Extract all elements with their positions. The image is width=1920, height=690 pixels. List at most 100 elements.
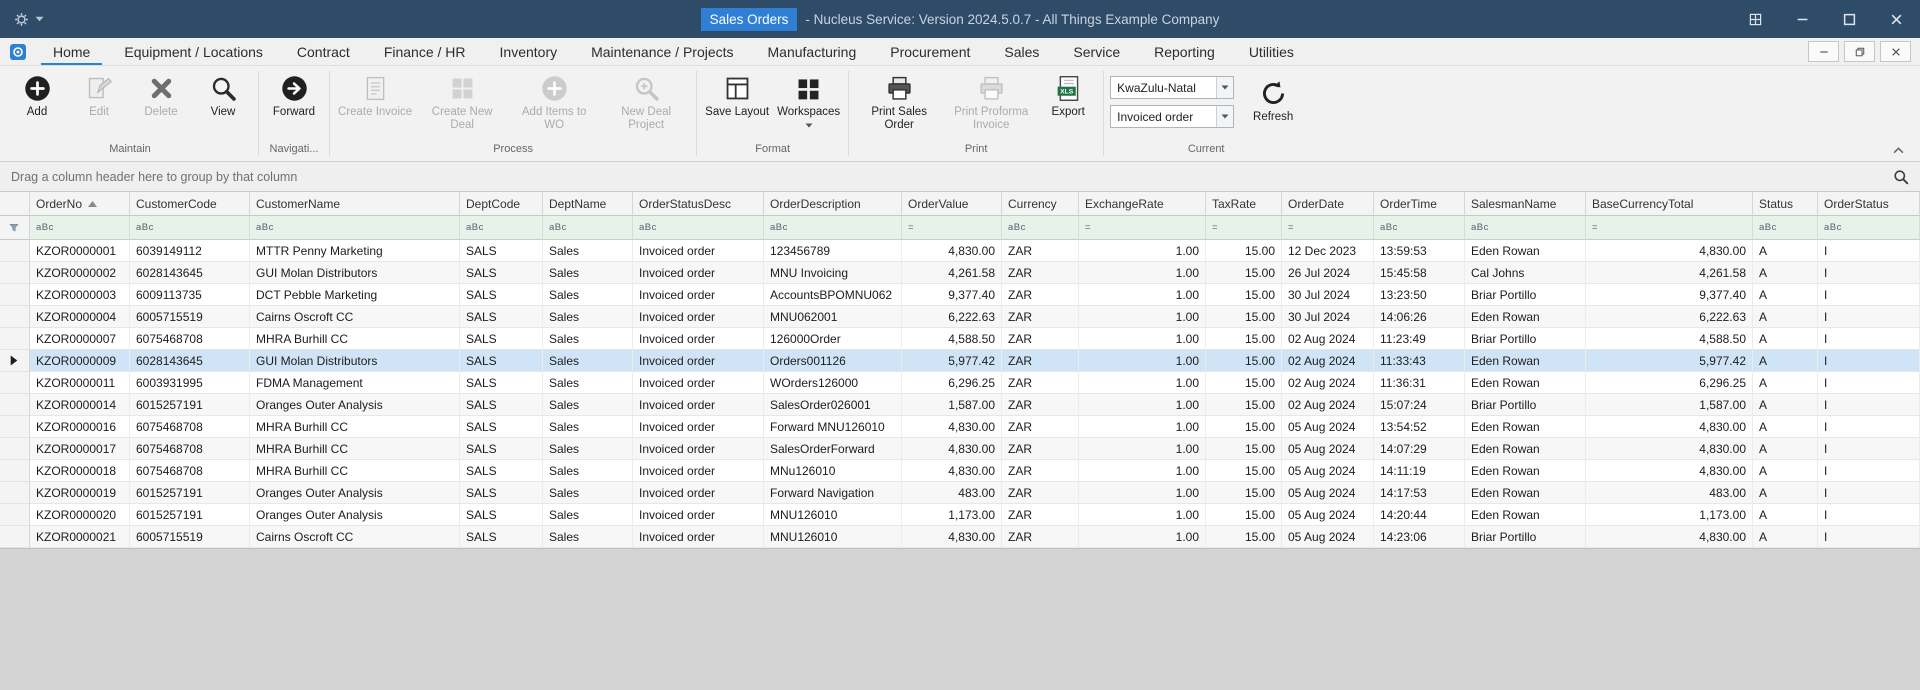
grid-row[interactable]: KZOR0000002 6028143645 GUI Molan Distribut… — [0, 262, 1920, 284]
collapse-ribbon-button[interactable] — [1886, 143, 1910, 158]
workspaces-icon — [794, 74, 823, 103]
column-header-orderstatus[interactable]: OrderStatus — [1818, 192, 1920, 216]
maximize-button[interactable] — [1826, 0, 1873, 38]
column-header-salesmanname[interactable]: SalesmanName — [1465, 192, 1586, 216]
application-icon[interactable] — [0, 38, 36, 65]
column-header-ordertime[interactable]: OrderTime — [1374, 192, 1465, 216]
filter-cell-deptcode[interactable]: aBc — [460, 216, 543, 240]
filter-cell-status[interactable]: aBc — [1753, 216, 1818, 240]
column-header-exchangerate[interactable]: ExchangeRate — [1079, 192, 1206, 216]
cell-orderstatusdesc: Invoiced order — [633, 350, 764, 372]
filter-cell-ordervalue[interactable]: = — [902, 216, 1002, 240]
tab-home[interactable]: Home — [36, 38, 107, 65]
ribbon-button-add[interactable]: Add — [6, 69, 68, 143]
chevron-down-icon[interactable] — [1216, 77, 1234, 98]
grid-row[interactable]: KZOR0000004 6005715519 Cairns Oscroft CC SA… — [0, 306, 1920, 328]
quick-access-toolbar[interactable] — [0, 11, 44, 28]
filter-cell-orderno[interactable]: aBc — [30, 216, 130, 240]
filter-indicator-cell[interactable] — [0, 216, 30, 240]
filter-cell-currency[interactable]: aBc — [1002, 216, 1079, 240]
tab-finance-hr[interactable]: Finance / HR — [367, 38, 483, 65]
grid-row[interactable]: KZOR0000007 6075468708 MHRA Burhill CC SALS… — [0, 328, 1920, 350]
grid-row[interactable]: KZOR0000003 6009113735 DCT Pebble Marketin… — [0, 284, 1920, 306]
document-close-button[interactable] — [1880, 41, 1911, 62]
grid-row[interactable]: KZOR0000001 6039149112 MTTR Penny Marketin… — [0, 240, 1920, 262]
tab-service[interactable]: Service — [1056, 38, 1137, 65]
filter-cell-orderdescription[interactable]: aBc — [764, 216, 902, 240]
close-button[interactable] — [1873, 0, 1920, 38]
grid-row[interactable]: KZOR0000020 6015257191 Oranges Outer Analy… — [0, 504, 1920, 526]
order-type-dropdown-value: Invoiced order — [1117, 109, 1194, 124]
cell-orderdescription: SalesOrderForward — [764, 438, 902, 460]
grid-row[interactable]: KZOR0000011 6003931995 FDMA Management SALS… — [0, 372, 1920, 394]
grid-row[interactable]: KZOR0000014 6015257191 Oranges Outer Analy… — [0, 394, 1920, 416]
titlebar-window-buttons — [1732, 0, 1920, 38]
cell-exchangerate: 1.00 — [1079, 306, 1206, 328]
chevron-down-icon[interactable] — [1216, 106, 1234, 127]
filter-cell-taxrate[interactable]: = — [1206, 216, 1282, 240]
cell-exchangerate: 1.00 — [1079, 482, 1206, 504]
grid-row[interactable]: KZOR0000018 6075468708 MHRA Burhill CC SALS… — [0, 460, 1920, 482]
tab-utilities[interactable]: Utilities — [1232, 38, 1311, 65]
column-header-status[interactable]: Status — [1753, 192, 1818, 216]
filter-cell-orderstatus[interactable]: aBc — [1818, 216, 1920, 240]
ribbon-tab-strip: Home Equipment / Locations Contract Finance… — [36, 38, 1311, 65]
grid-row[interactable]: KZOR0000021 6005715519 Cairns Oscroft CC SA… — [0, 526, 1920, 548]
window-panels-button[interactable] — [1732, 0, 1779, 38]
column-header-orderdescription[interactable]: OrderDescription — [764, 192, 902, 216]
cell-deptcode: SALS — [460, 350, 543, 372]
column-header-orderstatusdesc[interactable]: OrderStatusDesc — [633, 192, 764, 216]
grid-row[interactable]: KZOR0000017 6075468708 MHRA Burhill CC SALS… — [0, 438, 1920, 460]
tab-reporting[interactable]: Reporting — [1137, 38, 1232, 65]
tab-equipment-locations[interactable]: Equipment / Locations — [107, 38, 280, 65]
ribbon-button-label: View — [210, 106, 236, 118]
column-header-deptcode[interactable]: DeptCode — [460, 192, 543, 216]
tab-inventory[interactable]: Inventory — [483, 38, 575, 65]
document-minimize-button[interactable] — [1808, 41, 1839, 62]
column-header-currency[interactable]: Currency — [1002, 192, 1079, 216]
ribbon-button-forward[interactable]: Forward — [263, 69, 325, 143]
grid-header-row: OrderNo CustomerCode CustomerName DeptCode D… — [0, 192, 1920, 216]
ribbon-button-export[interactable]: XLS Export — [1037, 69, 1099, 143]
tab-procurement[interactable]: Procurement — [873, 38, 987, 65]
region-dropdown[interactable]: KwaZulu-Natal — [1110, 76, 1235, 99]
ribbon-button-view[interactable]: View — [192, 69, 254, 143]
column-header-customercode[interactable]: CustomerCode — [130, 192, 250, 216]
column-header-customername[interactable]: CustomerName — [250, 192, 460, 216]
cell-deptname: Sales — [543, 306, 633, 328]
grid-row[interactable]: KZOR0000009 6028143645 GUI Molan Distribut… — [0, 350, 1920, 372]
filter-cell-customername[interactable]: aBc — [250, 216, 460, 240]
grid-search-button[interactable] — [1893, 169, 1909, 185]
filter-cell-orderdate[interactable]: = — [1282, 216, 1374, 240]
tab-contract[interactable]: Contract — [280, 38, 367, 65]
column-header-orderdate[interactable]: OrderDate — [1282, 192, 1374, 216]
filter-cell-basecurrencytotal[interactable]: = — [1586, 216, 1753, 240]
ribbon-button-save-layout[interactable]: Save Layout — [701, 69, 773, 143]
groupby-bar[interactable]: Drag a column header here to group by th… — [0, 162, 1920, 192]
column-header-ordervalue[interactable]: OrderValue — [902, 192, 1002, 216]
filter-cell-orderstatusdesc[interactable]: aBc — [633, 216, 764, 240]
ribbon-button-workspaces[interactable]: Workspaces — [773, 69, 844, 143]
restore-icon — [1855, 47, 1865, 57]
ribbon-button-refresh[interactable]: Refresh — [1242, 74, 1304, 124]
tab-maintenance-projects[interactable]: Maintenance / Projects — [574, 38, 750, 65]
cell-ordertime: 11:33:43 — [1374, 350, 1465, 372]
order-type-dropdown[interactable]: Invoiced order — [1110, 105, 1235, 128]
filter-cell-exchangerate[interactable]: = — [1079, 216, 1206, 240]
filter-cell-salesmanname[interactable]: aBc — [1465, 216, 1586, 240]
column-header-orderno[interactable]: OrderNo — [30, 192, 130, 216]
column-header-basecurrencytotal[interactable]: BaseCurrencyTotal — [1586, 192, 1753, 216]
cell-customercode: 6005715519 — [130, 306, 250, 328]
filter-cell-ordertime[interactable]: aBc — [1374, 216, 1465, 240]
column-header-taxrate[interactable]: TaxRate — [1206, 192, 1282, 216]
tab-sales[interactable]: Sales — [987, 38, 1056, 65]
column-header-deptname[interactable]: DeptName — [543, 192, 633, 216]
tab-manufacturing[interactable]: Manufacturing — [751, 38, 874, 65]
ribbon-button-print-sales-order[interactable]: Print Sales Order — [853, 69, 945, 143]
filter-cell-deptname[interactable]: aBc — [543, 216, 633, 240]
filter-cell-customercode[interactable]: aBc — [130, 216, 250, 240]
minimize-button[interactable] — [1779, 0, 1826, 38]
grid-row[interactable]: KZOR0000019 6015257191 Oranges Outer Analy… — [0, 482, 1920, 504]
document-restore-button[interactable] — [1844, 41, 1875, 62]
grid-row[interactable]: KZOR0000016 6075468708 MHRA Burhill CC SALS… — [0, 416, 1920, 438]
